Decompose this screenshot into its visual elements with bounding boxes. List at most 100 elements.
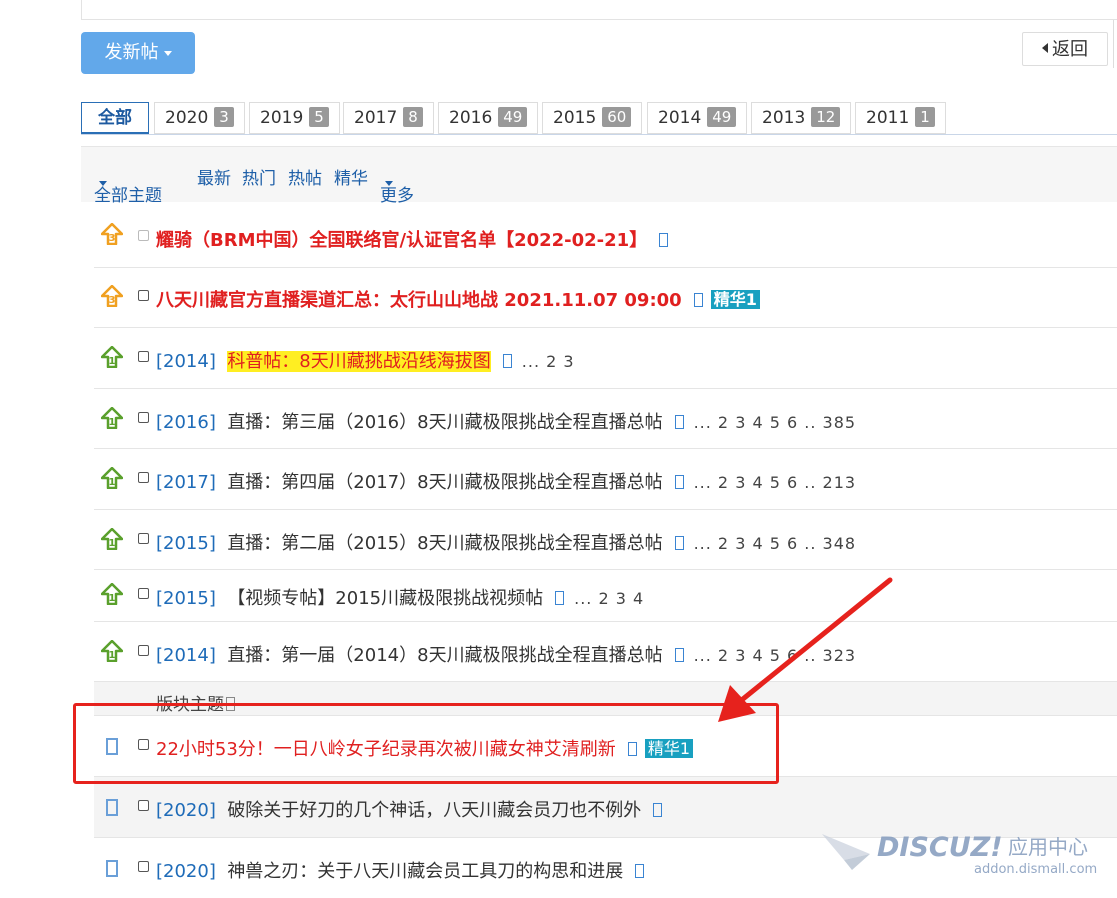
back-label: 返回 <box>1052 39 1088 60</box>
pin-1-icon: 1 <box>101 467 123 489</box>
thread-row[interactable]: 1 [2016] 直播：第三届（2016）8天川藏极限挑战全程直播总帖 ... 2… <box>94 389 1117 449</box>
category-tag[interactable]: [2015] <box>156 588 216 609</box>
thread-title[interactable]: [2016] 直播：第三届（2016）8天川藏极限挑战全程直播总帖 ... 2 3… <box>156 408 856 434</box>
count-badge: 49 <box>498 107 528 127</box>
svg-text:1: 1 <box>109 417 116 428</box>
digest-badge: 精华1 <box>710 290 760 309</box>
thread-title[interactable]: 八天川藏官方直播渠道汇总：太行山山地战 2021.11.07 09:00 精华1 <box>156 286 760 312</box>
tab-2013[interactable]: 2013 12 <box>751 102 852 134</box>
tab-2014[interactable]: 2014 49 <box>647 102 748 134</box>
new-post-label: 发新帖 <box>104 42 159 63</box>
filter-hot-posts[interactable]: 热帖 <box>288 164 322 189</box>
thread-row[interactable]: 1 [2014] 直播：第一届（2014）8天川藏极限挑战全程直播总帖... 2… <box>94 622 1117 682</box>
highlight-box <box>73 703 779 784</box>
thread-row[interactable]: 3 耀骑（BRM中国）全国联络官/认证官名单【2022-02-21】 <box>94 206 1117 268</box>
select-checkbox[interactable] <box>138 412 149 423</box>
select-checkbox[interactable] <box>138 645 149 656</box>
tab-label: 2016 <box>449 108 493 128</box>
thread-status-icon <box>106 860 118 877</box>
top-panel <box>81 0 1117 20</box>
pin-1-icon: 1 <box>101 640 123 662</box>
thread-row[interactable]: 1 [2014] 科普帖：8天川藏挑战沿线海拔图 ... 2 3 <box>94 328 1117 389</box>
title-text: 耀骑（BRM中国）全国联络官/认证官名单【2022-02-21】 <box>156 230 648 251</box>
new-window-icon[interactable] <box>659 233 669 247</box>
select-checkbox[interactable] <box>138 472 149 483</box>
count-badge: 8 <box>403 107 423 127</box>
tab-label: 2011 <box>866 108 910 128</box>
title-text: 直播：第二届（2015）8天川藏极限挑战全程直播总帖 <box>227 533 663 554</box>
select-checkbox[interactable] <box>138 351 149 362</box>
new-window-icon[interactable] <box>653 803 663 817</box>
tab-label: 2020 <box>165 108 209 128</box>
caret-down-icon <box>385 181 393 186</box>
thread-title[interactable]: [2015] 【视频专帖】2015川藏极限挑战视频帖 ... 2 3 4 <box>156 584 644 610</box>
filter-latest[interactable]: 最新 <box>197 164 231 189</box>
select-checkbox[interactable] <box>138 800 149 811</box>
svg-text:1: 1 <box>109 650 116 661</box>
thread-title[interactable]: [2014] 科普帖：8天川藏挑战沿线海拔图 ... 2 3 <box>156 347 575 373</box>
select-checkbox[interactable] <box>138 588 149 599</box>
tab-all[interactable]: 全部 <box>81 102 149 134</box>
new-window-icon[interactable] <box>635 864 645 878</box>
new-window-icon[interactable] <box>555 591 565 605</box>
new-window-icon[interactable] <box>674 415 684 429</box>
category-tag[interactable]: [2016] <box>156 412 216 433</box>
select-checkbox[interactable] <box>138 533 149 544</box>
thread-title[interactable]: [2020] 神兽之刃：关于八天川藏会员工具刀的构思和进展 <box>156 857 645 883</box>
count-badge: 3 <box>214 107 234 127</box>
svg-text:应用中心: 应用中心 <box>1008 835 1088 859</box>
category-tag[interactable]: [2014] <box>156 351 216 372</box>
thread-row[interactable]: 1 [2015] 直播：第二届（2015）8天川藏极限挑战全程直播总帖 ... 2… <box>94 510 1117 570</box>
title-text: 八天川藏官方直播渠道汇总：太行山山地战 2021.11.07 09:00 <box>156 290 682 311</box>
tab-2020[interactable]: 2020 3 <box>154 102 245 134</box>
thread-title[interactable]: [2015] 直播：第二届（2015）8天川藏极限挑战全程直播总帖 ... 2 3… <box>156 529 856 555</box>
thread-row[interactable]: 1 [2017] 直播：第四届（2017）8天川藏极限挑战全程直播总帖 ... 2… <box>94 449 1117 510</box>
new-post-button[interactable]: 发新帖 <box>81 32 195 74</box>
tab-2016[interactable]: 2016 49 <box>438 102 539 134</box>
thread-title[interactable]: [2020] 破除关于好刀的几个神话，八天川藏会员刀也不例外 <box>156 796 663 822</box>
title-text: 科普帖：8天川藏挑战沿线海拔图 <box>227 351 491 372</box>
tab-2011[interactable]: 2011 1 <box>855 102 946 134</box>
count-badge: 5 <box>309 107 329 127</box>
new-window-icon[interactable] <box>674 648 684 662</box>
thread-row[interactable]: 3 八天川藏官方直播渠道汇总：太行山山地战 2021.11.07 09:00 精华… <box>94 268 1117 328</box>
new-window-icon[interactable] <box>502 354 512 368</box>
pin-1-icon: 1 <box>101 407 123 429</box>
back-button[interactable]: 返回 <box>1022 32 1108 66</box>
svg-text:1: 1 <box>109 356 116 367</box>
new-window-icon[interactable] <box>693 293 703 307</box>
page-links[interactable]: ... 2 3 4 5 6 .. 213 <box>694 473 856 492</box>
category-tag[interactable]: [2020] <box>156 861 216 882</box>
annotation-arrow-icon <box>718 577 893 722</box>
page-links[interactable]: ... 2 3 <box>522 352 575 371</box>
title-text: 直播：第一届（2014）8天川藏极限挑战全程直播总帖 <box>227 645 663 666</box>
select-checkbox[interactable] <box>138 861 149 872</box>
tab-2015[interactable]: 2015 60 <box>542 102 643 134</box>
category-tag[interactable]: [2014] <box>156 645 216 666</box>
filter-digest[interactable]: 精华 <box>334 164 368 189</box>
select-checkbox[interactable] <box>138 230 149 241</box>
page-links[interactable]: ... 2 3 4 5 6 .. 385 <box>694 413 856 432</box>
tab-label: 2014 <box>658 108 702 128</box>
svg-text:1: 1 <box>109 593 116 604</box>
tab-2017[interactable]: 2017 8 <box>343 102 434 134</box>
tab-label: 2017 <box>354 108 398 128</box>
tab-2019[interactable]: 2019 5 <box>249 102 340 134</box>
category-tag[interactable]: [2015] <box>156 533 216 554</box>
thread-title[interactable]: 耀骑（BRM中国）全国联络官/认证官名单【2022-02-21】 <box>156 226 669 252</box>
page-links[interactable]: ... 2 3 4 <box>574 589 644 608</box>
category-tag[interactable]: [2020] <box>156 800 216 821</box>
pin-3-icon: 3 <box>101 223 123 245</box>
tabs-underline <box>81 134 1117 135</box>
pin-1-icon: 1 <box>101 346 123 368</box>
select-checkbox[interactable] <box>138 290 149 301</box>
thread-title[interactable]: [2017] 直播：第四届（2017）8天川藏极限挑战全程直播总帖 ... 2 3… <box>156 468 856 494</box>
filter-hot[interactable]: 热门 <box>242 164 276 189</box>
thread-row[interactable]: 1 [2015] 【视频专帖】2015川藏极限挑战视频帖 ... 2 3 4 <box>94 570 1117 622</box>
new-window-icon[interactable] <box>674 475 684 489</box>
page-links[interactable]: ... 2 3 4 5 6 .. 348 <box>694 534 856 553</box>
category-tag[interactable]: [2017] <box>156 472 216 493</box>
new-window-icon[interactable] <box>674 536 684 550</box>
discuz-watermark-logo: DISCUZ! 应用中心 addon.dismall.com <box>822 832 1097 877</box>
title-text: 破除关于好刀的几个神话，八天川藏会员刀也不例外 <box>227 800 642 821</box>
